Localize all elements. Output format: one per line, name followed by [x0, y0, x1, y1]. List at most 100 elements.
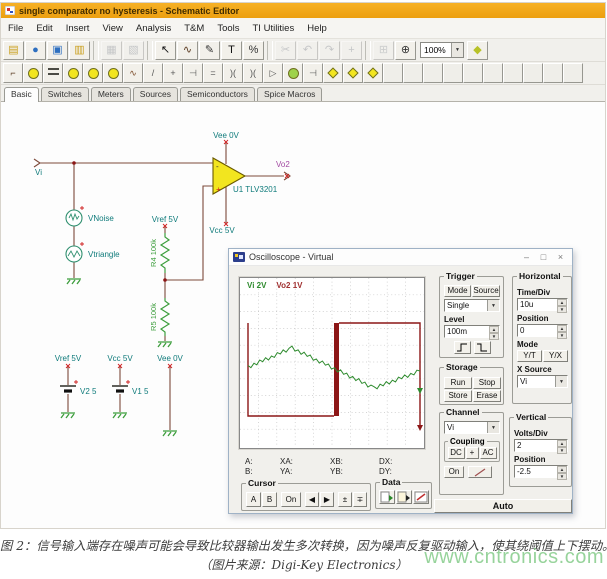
- spin-up-icon[interactable]: [557, 325, 567, 332]
- rising-edge-button[interactable]: [454, 341, 471, 354]
- spinner[interactable]: [489, 326, 499, 337]
- spin-down-icon[interactable]: [489, 333, 499, 340]
- oscilloscope-window[interactable]: Oscilloscope - Virtual –□× Vi 2VVo2 1V A…: [228, 248, 573, 514]
- coupling-zero-button[interactable]: +: [466, 447, 479, 459]
- slope-button[interactable]: [468, 466, 492, 478]
- spin-down-icon[interactable]: [557, 306, 567, 313]
- h-position-input[interactable]: 0: [517, 324, 568, 337]
- battery-v1[interactable]: V1 5: [112, 380, 149, 396]
- current-generator-icon[interactable]: [83, 63, 103, 83]
- polarized-capacitor-icon[interactable]: =: [203, 63, 223, 83]
- percent-tool-icon[interactable]: %: [243, 41, 264, 60]
- pen-tool-icon[interactable]: ✎: [199, 41, 220, 60]
- cursor-left-button[interactable]: ◀: [305, 492, 319, 507]
- maximize-icon[interactable]: □: [536, 251, 551, 263]
- diode-icon[interactable]: ▷: [263, 63, 283, 83]
- cross-node-icon[interactable]: +: [163, 63, 183, 83]
- tab-basic[interactable]: Basic: [4, 87, 39, 102]
- spin-up-icon[interactable]: [557, 440, 567, 447]
- cursor-on-button[interactable]: On: [281, 492, 301, 507]
- wire-tool-icon[interactable]: ∿: [177, 41, 198, 60]
- tab-spice-macros[interactable]: Spice Macros: [257, 87, 323, 101]
- storage-stop-button[interactable]: Stop: [473, 377, 501, 389]
- trigger-mode-button[interactable]: Mode: [444, 285, 471, 297]
- cursor-up-button[interactable]: ±: [338, 492, 352, 507]
- timediv-input[interactable]: 10u: [517, 298, 568, 311]
- spin-up-icon[interactable]: [557, 466, 567, 473]
- scope-titlebar[interactable]: Oscilloscope - Virtual –□×: [229, 249, 572, 266]
- history-icon[interactable]: ●: [25, 41, 46, 60]
- voltage-source-icon[interactable]: [23, 63, 43, 83]
- dropdown-icon[interactable]: [487, 422, 499, 433]
- cursor-a-button[interactable]: A: [246, 492, 261, 507]
- text-tool-icon[interactable]: T: [221, 41, 242, 60]
- spinner[interactable]: [557, 299, 567, 310]
- menu-tools[interactable]: Tools: [217, 23, 239, 34]
- wire-icon[interactable]: ⌐: [3, 63, 23, 83]
- spin-down-icon[interactable]: [557, 447, 567, 454]
- coupling-ac-button[interactable]: AC: [480, 447, 497, 459]
- spin-down-icon[interactable]: [557, 332, 567, 339]
- led-icon[interactable]: [323, 63, 343, 83]
- transformer-icon[interactable]: )(: [243, 63, 263, 83]
- vnoise-source[interactable]: VNoise: [66, 206, 114, 226]
- dropdown-icon[interactable]: [555, 376, 567, 387]
- menu-view[interactable]: View: [102, 23, 122, 34]
- trigger-source-button[interactable]: Source: [472, 285, 500, 297]
- import-file-icon[interactable]: ▥: [69, 41, 90, 60]
- transistor-icon[interactable]: [283, 63, 303, 83]
- resistor-r4[interactable]: R4 100k: [149, 233, 169, 273]
- inductor-icon[interactable]: )(: [223, 63, 243, 83]
- voltage-generator-icon[interactable]: [63, 63, 83, 83]
- data-export-button[interactable]: [379, 490, 395, 504]
- menu-analysis[interactable]: Analysis: [136, 23, 171, 34]
- interactive-mode-icon[interactable]: ◆: [467, 41, 488, 60]
- trigger-level-input[interactable]: 100m: [444, 325, 500, 338]
- resistor-r5[interactable]: R5 100k: [149, 298, 169, 336]
- capacitor-icon[interactable]: ⊣: [183, 63, 203, 83]
- app-titlebar[interactable]: single comparator no hysteresis - Schema…: [1, 3, 605, 18]
- menu-file[interactable]: File: [8, 23, 23, 34]
- cursor-down-button[interactable]: ∓: [353, 492, 367, 507]
- menu-edit[interactable]: Edit: [36, 23, 52, 34]
- schematic-canvas[interactable]: VNoise Vtriangle: [1, 102, 605, 528]
- cursor-b-button[interactable]: B: [262, 492, 277, 507]
- dropdown-icon[interactable]: [451, 43, 463, 57]
- spinner[interactable]: [557, 440, 567, 451]
- cursor-right-button[interactable]: ▶: [320, 492, 334, 507]
- minimize-icon[interactable]: –: [519, 251, 534, 263]
- save-icon[interactable]: ▣: [47, 41, 68, 60]
- relay-icon[interactable]: [363, 63, 383, 83]
- spinner[interactable]: [557, 466, 567, 477]
- v-position-input[interactable]: -2.5: [514, 465, 568, 478]
- trigger-mode-select[interactable]: Single: [444, 299, 500, 312]
- battery-v2[interactable]: V2 5: [60, 380, 97, 396]
- tab-switches[interactable]: Switches: [41, 87, 89, 101]
- resistor-icon[interactable]: ∿: [123, 63, 143, 83]
- zoom-level-select[interactable]: 100%: [420, 42, 464, 58]
- falling-edge-button[interactable]: [474, 341, 491, 354]
- menu-ti-utilities[interactable]: TI Utilities: [253, 23, 295, 34]
- auto-button[interactable]: Auto: [434, 499, 572, 513]
- menu-insert[interactable]: Insert: [66, 23, 90, 34]
- channel-select[interactable]: Vi: [444, 421, 500, 434]
- potentiometer-icon[interactable]: /: [143, 63, 163, 83]
- storage-erase-button[interactable]: Erase: [473, 390, 501, 402]
- data-edit-button[interactable]: [413, 490, 429, 504]
- voltsdiv-input[interactable]: 2: [514, 439, 568, 452]
- optocoupler-icon[interactable]: [343, 63, 363, 83]
- coupling-dc-button[interactable]: DC: [448, 447, 465, 459]
- spin-up-icon[interactable]: [557, 299, 567, 306]
- spin-up-icon[interactable]: [489, 326, 499, 333]
- mode-yt-button[interactable]: Y/T: [517, 350, 542, 362]
- menu-t-m[interactable]: T&M: [184, 23, 204, 34]
- open-file-icon[interactable]: ▤: [3, 41, 24, 60]
- storage-run-button[interactable]: Run: [444, 377, 472, 389]
- select-cursor-icon[interactable]: ↖: [155, 41, 176, 60]
- terminal-icon[interactable]: ⊣: [303, 63, 323, 83]
- tab-semiconductors[interactable]: Semiconductors: [180, 87, 255, 101]
- menu-help[interactable]: Help: [307, 23, 327, 34]
- spinner[interactable]: [557, 325, 567, 336]
- tab-sources[interactable]: Sources: [133, 87, 178, 101]
- channel-on-button[interactable]: On: [444, 466, 464, 478]
